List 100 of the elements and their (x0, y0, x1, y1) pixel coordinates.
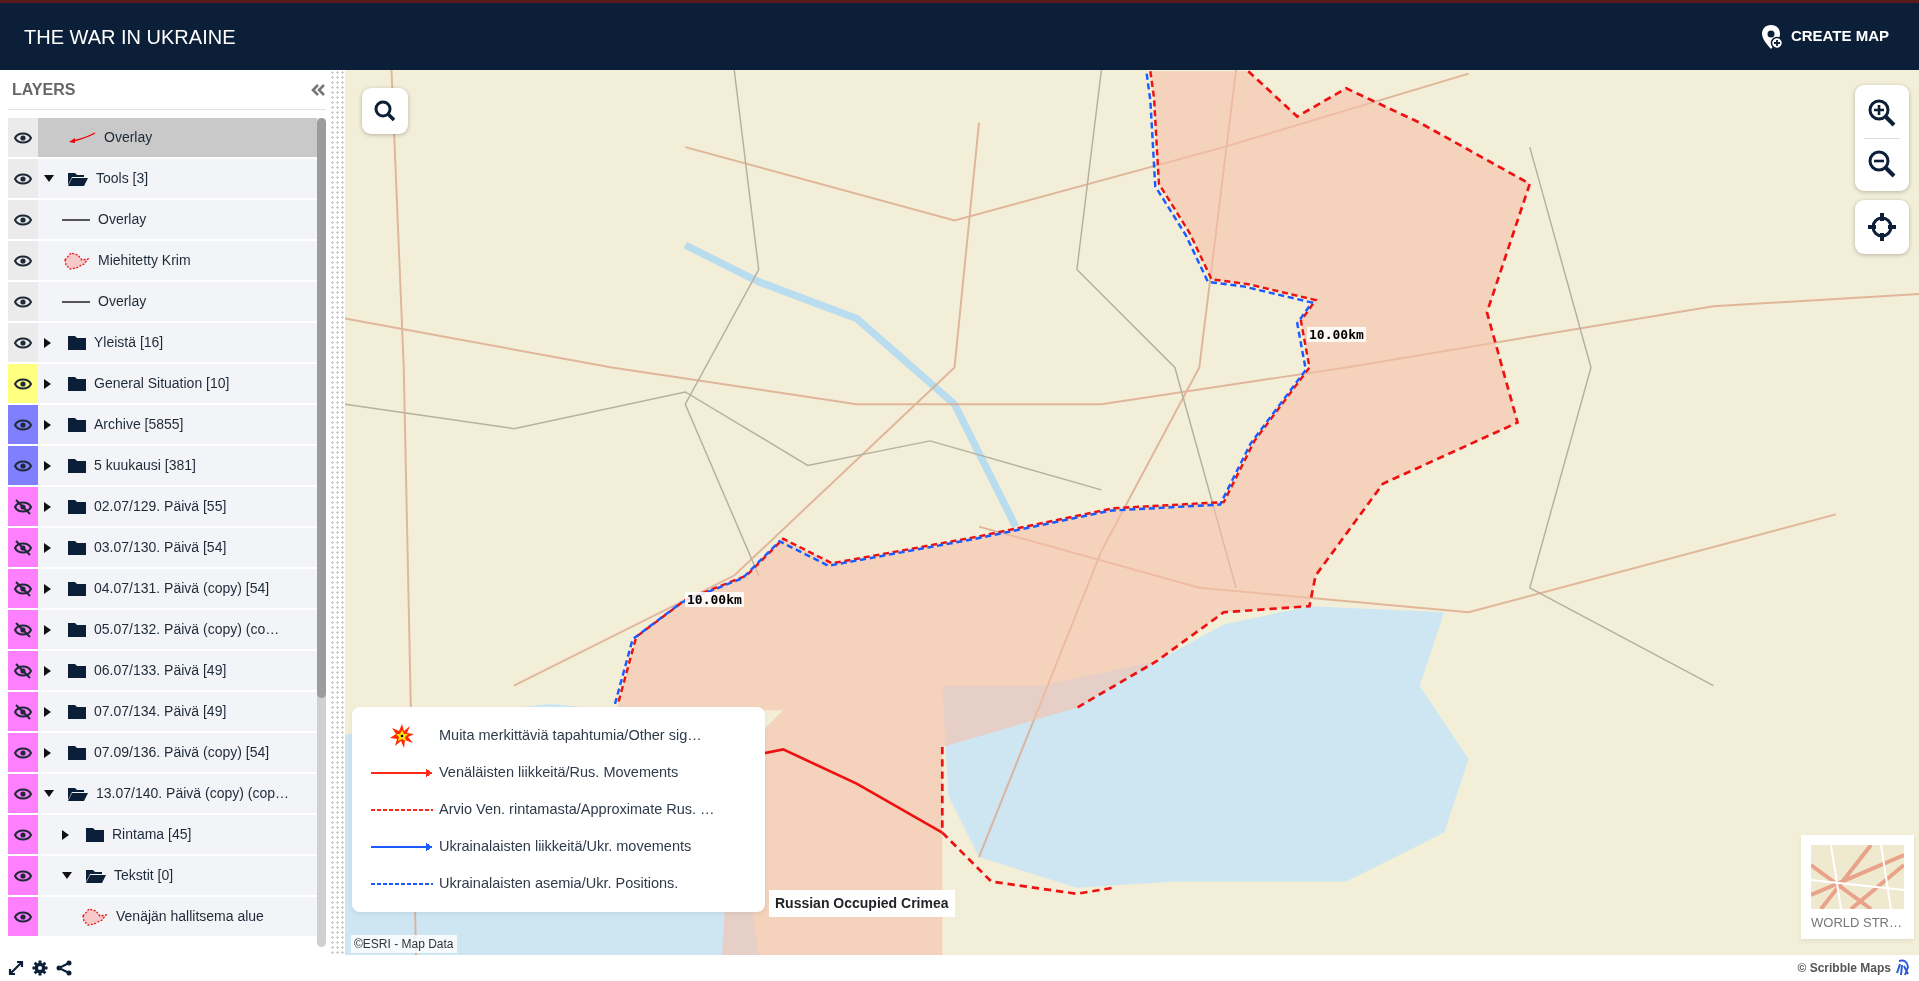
layer-row[interactable]: Overlay (8, 282, 317, 321)
legend-label: Muita merkittäviä tapahtumia/Other sig… (439, 725, 702, 745)
caret-right-icon[interactable] (44, 665, 52, 676)
caret-right-icon[interactable] (44, 419, 52, 430)
layer-name: Overlay (104, 128, 153, 147)
caret-right-icon[interactable] (44, 460, 52, 471)
layer-row[interactable]: Overlay (8, 200, 317, 239)
scale-label: 10.00km (1307, 327, 1366, 342)
layer-name: 05.07/132. Päivä (copy) (co… (94, 620, 280, 639)
visibility-toggle[interactable] (8, 241, 38, 280)
share-icon[interactable] (56, 960, 72, 976)
layer-name: Tekstit [0] (114, 866, 174, 885)
layer-row[interactable]: 03.07/130. Päivä [54] (8, 528, 317, 567)
layer-row[interactable]: Venäjän hallitsema alue (8, 897, 317, 936)
scrollbar[interactable] (317, 118, 326, 947)
search-button[interactable] (362, 88, 408, 134)
visibility-toggle[interactable] (8, 692, 38, 731)
caret-down-icon[interactable] (62, 871, 72, 880)
layer-row[interactable]: 05.07/132. Päivä (copy) (co… (8, 610, 317, 649)
create-map-button[interactable]: CREATE MAP (1754, 22, 1895, 51)
visibility-toggle[interactable] (8, 897, 38, 936)
layer-row[interactable]: Rintama [45] (8, 815, 317, 854)
caret-right-icon[interactable] (44, 542, 52, 553)
visibility-toggle[interactable] (8, 815, 38, 854)
caret-right-icon[interactable] (44, 337, 52, 348)
layer-row[interactable]: Tekstit [0] (8, 856, 317, 895)
visibility-toggle[interactable] (8, 528, 38, 567)
folder-icon (68, 581, 86, 596)
visibility-toggle[interactable] (8, 323, 38, 362)
polygon-icon (62, 250, 90, 271)
layer-row[interactable]: 13.07/140. Päivä (copy) (cop… (8, 774, 317, 813)
caret-down-icon[interactable] (44, 789, 54, 798)
layer-name: Yleistä [16] (94, 333, 164, 352)
basemap-name: WORLD STR… (1811, 914, 1903, 932)
visibility-toggle[interactable] (8, 569, 38, 608)
panel-title: LAYERS (11, 79, 76, 100)
layer-name: General Situation [10] (94, 374, 230, 393)
caret-right-icon[interactable] (44, 706, 52, 717)
visibility-toggle[interactable] (8, 610, 38, 649)
caret-down-icon[interactable] (44, 174, 54, 183)
caret-right-icon[interactable] (44, 378, 52, 389)
folder-icon (68, 376, 86, 391)
expand-icon[interactable] (8, 960, 24, 976)
caret-right-icon[interactable] (44, 501, 52, 512)
visibility-toggle[interactable] (8, 733, 38, 772)
layer-row[interactable]: Tools [3] (8, 159, 317, 198)
layer-name: 02.07/129. Päivä [55] (94, 497, 227, 516)
layer-row[interactable]: Miehitetty Krim (8, 241, 317, 280)
layer-row[interactable]: 06.07/133. Päivä [49] (8, 651, 317, 690)
layer-row[interactable]: 5 kuukausi [381] (8, 446, 317, 485)
layer-name: 07.07/134. Päivä [49] (94, 702, 227, 721)
settings-icon[interactable] (32, 960, 48, 976)
locate-button[interactable] (1855, 200, 1909, 254)
basemap-switcher[interactable]: WORLD STR… (1801, 835, 1914, 939)
layer-row[interactable]: Archive [5855] (8, 405, 317, 444)
caret-right-icon[interactable] (44, 624, 52, 635)
scale-label: 10.00km (685, 592, 744, 607)
layer-row[interactable]: Yleistä [16] (8, 323, 317, 362)
visibility-toggle[interactable] (8, 487, 38, 526)
visibility-toggle[interactable] (8, 774, 38, 813)
layer-row[interactable]: Overlay (8, 118, 317, 157)
credit-link[interactable]: © Scribble Maps (1797, 959, 1891, 977)
layer-name: Archive [5855] (94, 415, 184, 434)
layer-name: 06.07/133. Päivä [49] (94, 661, 227, 680)
polygon-icon (80, 906, 108, 927)
zoom-in-icon[interactable] (1867, 97, 1897, 128)
zoom-out-icon[interactable] (1867, 148, 1897, 179)
layer-name: 13.07/140. Päivä (copy) (cop… (96, 784, 289, 803)
layer-name: Overlay (98, 210, 147, 229)
legend-label: Ukrainalaisten asemia/Ukr. Positions. (439, 873, 679, 893)
caret-right-icon[interactable] (44, 583, 52, 594)
folder-icon (68, 745, 86, 760)
layer-row[interactable]: 07.07/134. Päivä [49] (8, 692, 317, 731)
folder-icon (68, 622, 86, 637)
app-title: THE WAR IN UKRAINE (24, 24, 236, 50)
visibility-toggle[interactable] (8, 282, 38, 321)
visibility-toggle[interactable] (8, 446, 38, 485)
visibility-toggle[interactable] (8, 159, 38, 198)
folder-icon (86, 827, 104, 842)
layer-row[interactable]: 07.09/136. Päivä (copy) [54] (8, 733, 317, 772)
visibility-toggle[interactable] (8, 118, 38, 157)
layer-row[interactable]: 04.07/131. Päivä (copy) [54] (8, 569, 317, 608)
legend-label: Ukrainalaisten liikkeitä/Ukr. movements (439, 836, 692, 856)
visibility-toggle[interactable] (8, 364, 38, 403)
folder-icon (68, 704, 86, 719)
layer-name: 04.07/131. Päivä (copy) [54] (94, 579, 270, 598)
visibility-toggle[interactable] (8, 856, 38, 895)
layer-row[interactable]: 02.07/129. Päivä [55] (8, 487, 317, 526)
layer-row[interactable]: General Situation [10] (8, 364, 317, 403)
layer-name: 5 kuukausi [381] (94, 456, 196, 475)
layer-name: Rintama [45] (112, 825, 192, 844)
caret-right-icon[interactable] (62, 829, 70, 840)
visibility-toggle[interactable] (8, 200, 38, 239)
visibility-toggle[interactable] (8, 651, 38, 690)
caret-right-icon[interactable] (44, 747, 52, 758)
visibility-toggle[interactable] (8, 405, 38, 444)
layer-name: Overlay (98, 292, 147, 311)
folder-icon (68, 335, 86, 350)
collapse-icon[interactable] (310, 82, 326, 97)
folder-icon (68, 417, 86, 432)
